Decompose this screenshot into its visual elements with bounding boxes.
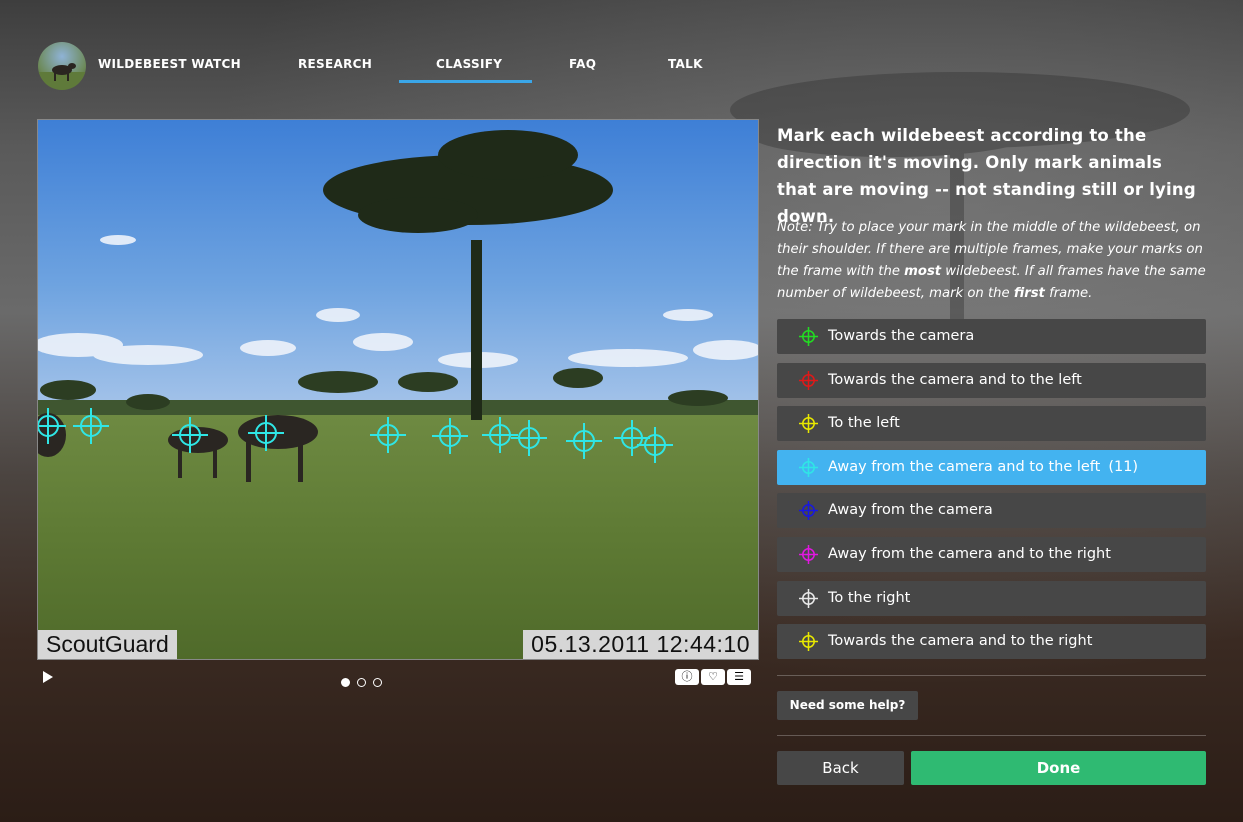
option-label: Away from the camera and to the right (828, 545, 1111, 562)
option-label: Away from the camera and to the left (11) (828, 458, 1139, 475)
option-towards-camera-left[interactable]: Towards the camera and to the left (777, 362, 1206, 398)
option-label: To the right (828, 589, 911, 606)
help-button[interactable]: Need some help? (777, 691, 918, 720)
play-icon[interactable] (40, 668, 56, 686)
option-to-left[interactable]: To the left (777, 406, 1206, 442)
note-text-3: frame. (1044, 286, 1093, 301)
crosshair-icon (799, 370, 818, 390)
crosshair-icon (799, 457, 818, 477)
note-emphasis-first: first (1013, 286, 1045, 301)
back-button[interactable]: Back (777, 751, 904, 785)
crosshair-icon (799, 588, 818, 608)
list-icon[interactable]: ☰ (727, 669, 751, 685)
done-button[interactable]: Done (911, 751, 1206, 785)
frame-dot-3[interactable] (373, 678, 382, 687)
frame-selector (341, 672, 389, 691)
crosshair-icon (799, 501, 818, 521)
option-label: To the left (828, 415, 900, 432)
savanna-photo (38, 120, 758, 659)
nav-classify[interactable]: CLASSIFY (436, 57, 502, 71)
subject-image[interactable]: ScoutGuard 05.13.2011 12:44:10 (37, 119, 759, 660)
crosshair-icon (799, 632, 818, 652)
crosshair-icon (799, 327, 818, 346)
heart-icon[interactable]: ♡ (701, 669, 725, 685)
option-away[interactable]: Away from the camera (777, 493, 1206, 529)
active-tab-indicator (399, 80, 532, 83)
option-to-right[interactable]: To the right (777, 580, 1206, 616)
divider (777, 675, 1206, 676)
option-away-right[interactable]: Away from the camera and to the right (777, 536, 1206, 572)
option-label: Towards the camera and to the left (828, 371, 1082, 388)
option-label: Away from the camera (828, 502, 993, 519)
crosshair-icon (799, 544, 818, 564)
nav-talk[interactable]: TALK (668, 57, 703, 71)
mark-count: (11) (1108, 458, 1139, 475)
top-navigation: WILDEBEEST WATCH RESEARCH CLASSIFY FAQ T… (0, 0, 1243, 90)
frame-dot-2[interactable] (357, 678, 366, 687)
divider (777, 735, 1206, 736)
direction-options: Towards the camera Towards the camera an… (777, 319, 1206, 668)
nav-faq[interactable]: FAQ (569, 57, 596, 71)
nav-research[interactable]: RESEARCH (298, 57, 372, 71)
subject-tools: ⓘ ♡ ☰ (675, 669, 753, 688)
wildebeest-logo[interactable] (38, 42, 86, 90)
task-note: Note: Try to place your mark in the midd… (777, 217, 1207, 305)
option-label: Towards the camera (828, 328, 975, 344)
option-towards-camera-right[interactable]: Towards the camera and to the right (777, 624, 1206, 660)
crosshair-icon (799, 414, 818, 434)
option-away-left[interactable]: Away from the camera and to the left (11) (777, 449, 1206, 485)
wildebeest-icon (38, 63, 86, 90)
nav-brand[interactable]: WILDEBEEST WATCH (98, 57, 241, 71)
note-emphasis-most: most (904, 264, 942, 279)
task-instruction: Mark each wildebeest according to the di… (777, 126, 1196, 226)
camera-timestamp: 05.13.2011 12:44:10 (523, 630, 758, 659)
camera-brand-label: ScoutGuard (38, 630, 177, 659)
info-icon[interactable]: ⓘ (675, 669, 699, 685)
option-towards-camera[interactable]: Towards the camera (777, 319, 1206, 354)
option-label: Towards the camera and to the right (828, 633, 1093, 650)
frame-dot-1[interactable] (341, 678, 350, 687)
